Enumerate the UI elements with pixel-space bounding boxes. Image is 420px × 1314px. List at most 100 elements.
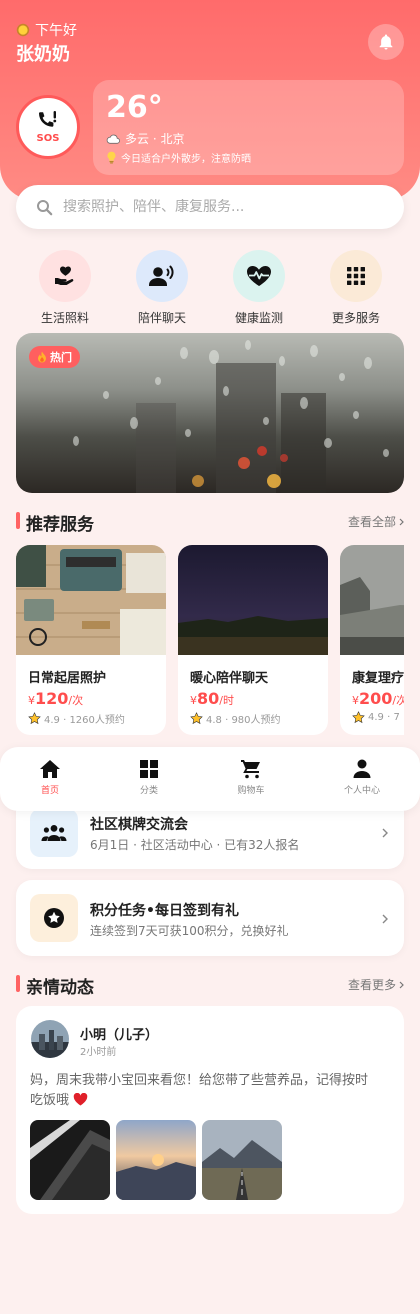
price-currency: ¥ [28,694,35,707]
quick-action-label: 生活照料 [40,311,89,325]
quick-action-health-monitor[interactable]: 健康监测 [219,250,299,326]
chevron-right-icon [399,518,404,525]
chevron-right-icon [382,828,388,838]
star-icon [190,712,203,725]
price-value: 200 [359,689,393,708]
weather-tip: 今日适合户外散步，注意防晒 [121,154,251,165]
avatar[interactable] [31,1020,69,1058]
view-more-link[interactable]: 查看更多 [348,976,404,993]
service-image [340,545,404,655]
post-image[interactable] [116,1120,196,1200]
category-grid-icon [140,760,158,778]
person-speaking-icon [149,265,174,286]
quick-action-icon-bg [330,250,382,302]
price-currency: ¥ [190,694,197,707]
price-value: 80 [197,689,220,708]
chevron-right-icon [382,914,388,924]
cart-icon [241,760,260,779]
star-icon [352,711,365,724]
quick-action-label: 陪伴聊天 [137,311,186,325]
activity-icon-bg [30,809,78,857]
rating-text: 4.9 · 1260人预约 [44,715,125,726]
sun-icon [16,23,30,37]
notification-button[interactable] [368,24,404,60]
nav-label: 购物车 [237,786,265,796]
quick-action-icon-bg [233,250,285,302]
view-more-label: 查看更多 [348,978,397,992]
service-image [178,545,328,655]
search-input[interactable] [63,199,383,215]
quick-action-icon-bg [39,250,91,302]
service-card[interactable]: 暖心陪伴聊天 ¥80/时 4.8 · 980人预约 [178,545,328,735]
price-unit: /次 [68,694,84,707]
nav-label: 首页 [40,786,59,796]
activity-title: 积分任务•每日签到有礼 [90,903,239,919]
temperature: 26° [106,90,163,125]
service-name: 暖心陪伴聊天 [190,671,269,686]
section-accent-bar [16,975,20,992]
service-image [16,545,166,655]
post-image[interactable] [30,1120,110,1200]
bell-icon [379,34,393,50]
price-currency: ¥ [352,694,359,707]
service-card[interactable]: 日常起居照护 ¥120/次 4.9 · 1260人预约 [16,545,166,735]
post-image[interactable] [202,1120,282,1200]
service-card-clip: 康复理疗 ¥200/次 4.9 · 7 [340,545,404,735]
nav-home[interactable]: 首页 [10,759,90,796]
hot-badge-label: 热门 [50,351,72,364]
post-image-graphic [116,1120,196,1200]
weather-condition: 多云 · 北京 [125,132,185,146]
nav-label: 个人中心 [343,786,380,796]
phone-alert-icon [39,111,57,127]
price-unit: /时 [219,694,234,707]
search-icon [37,199,53,215]
home-icon [40,760,60,778]
heart-icon [73,1092,88,1106]
service-name: 康复理疗 [352,671,404,686]
post-image-graphic [30,1120,110,1200]
grid-icon [347,267,365,285]
service-price: ¥200/次 [352,689,404,708]
hand-heart-icon [55,266,74,285]
service-name: 日常起居照护 [28,671,107,686]
greeting-row: 下午好 [16,20,77,40]
sos-button[interactable]: SOS [16,95,80,159]
activity-subtitle: 6月1日 · 社区活动中心 · 已有32人报名 [90,838,300,852]
service-price: ¥120/次 [28,689,83,708]
quick-action-label: 更多服务 [331,311,380,325]
greeting-text: 下午好 [35,23,77,39]
section-accent-bar [16,512,20,529]
price-unit: /次 [392,694,404,707]
quick-action-life-care[interactable]: 生活照料 [25,250,105,326]
rating-text: 4.9 · 7 [368,712,400,723]
activity-icon-bg [30,894,78,942]
star-badge-icon [44,908,64,928]
view-all-link[interactable]: 查看全部 [348,513,404,530]
sos-label: SOS [36,133,60,144]
price-value: 120 [35,689,69,708]
service-rating: 4.8 · 980人预约 [190,711,281,726]
search-bar[interactable] [16,185,404,229]
family-section-title: 亲情动态 [26,978,94,998]
chevron-right-icon [399,981,404,988]
post-time: 2小时前 [80,1047,117,1058]
cloud-icon [106,134,120,144]
activity-card[interactable]: 积分任务•每日签到有礼 连续签到7天可获100积分，兑换好礼 [16,880,404,956]
post-author: 小明（儿子） [80,1028,159,1043]
post-image-graphic [202,1120,282,1200]
nav-category[interactable]: 分类 [109,759,189,796]
avatar-image [31,1020,69,1058]
quick-action-icon-bg [136,250,188,302]
view-all-label: 查看全部 [348,515,397,529]
star-icon [28,712,41,725]
user-name: 张奶奶 [16,44,70,65]
weather-condition-row: 多云 · 北京 [106,130,184,147]
service-card[interactable]: 康复理疗 ¥200/次 4.9 · 7 [340,545,404,735]
quick-action-more-services[interactable]: 更多服务 [316,250,396,326]
rating-text: 4.8 · 980人预约 [206,715,281,726]
nav-cart[interactable]: 购物车 [211,759,291,796]
hot-badge: 热门 [29,346,80,368]
quick-action-companion-chat[interactable]: 陪伴聊天 [122,250,202,326]
service-rating: 4.9 · 7 [352,711,400,724]
nav-profile[interactable]: 个人中心 [322,759,402,796]
